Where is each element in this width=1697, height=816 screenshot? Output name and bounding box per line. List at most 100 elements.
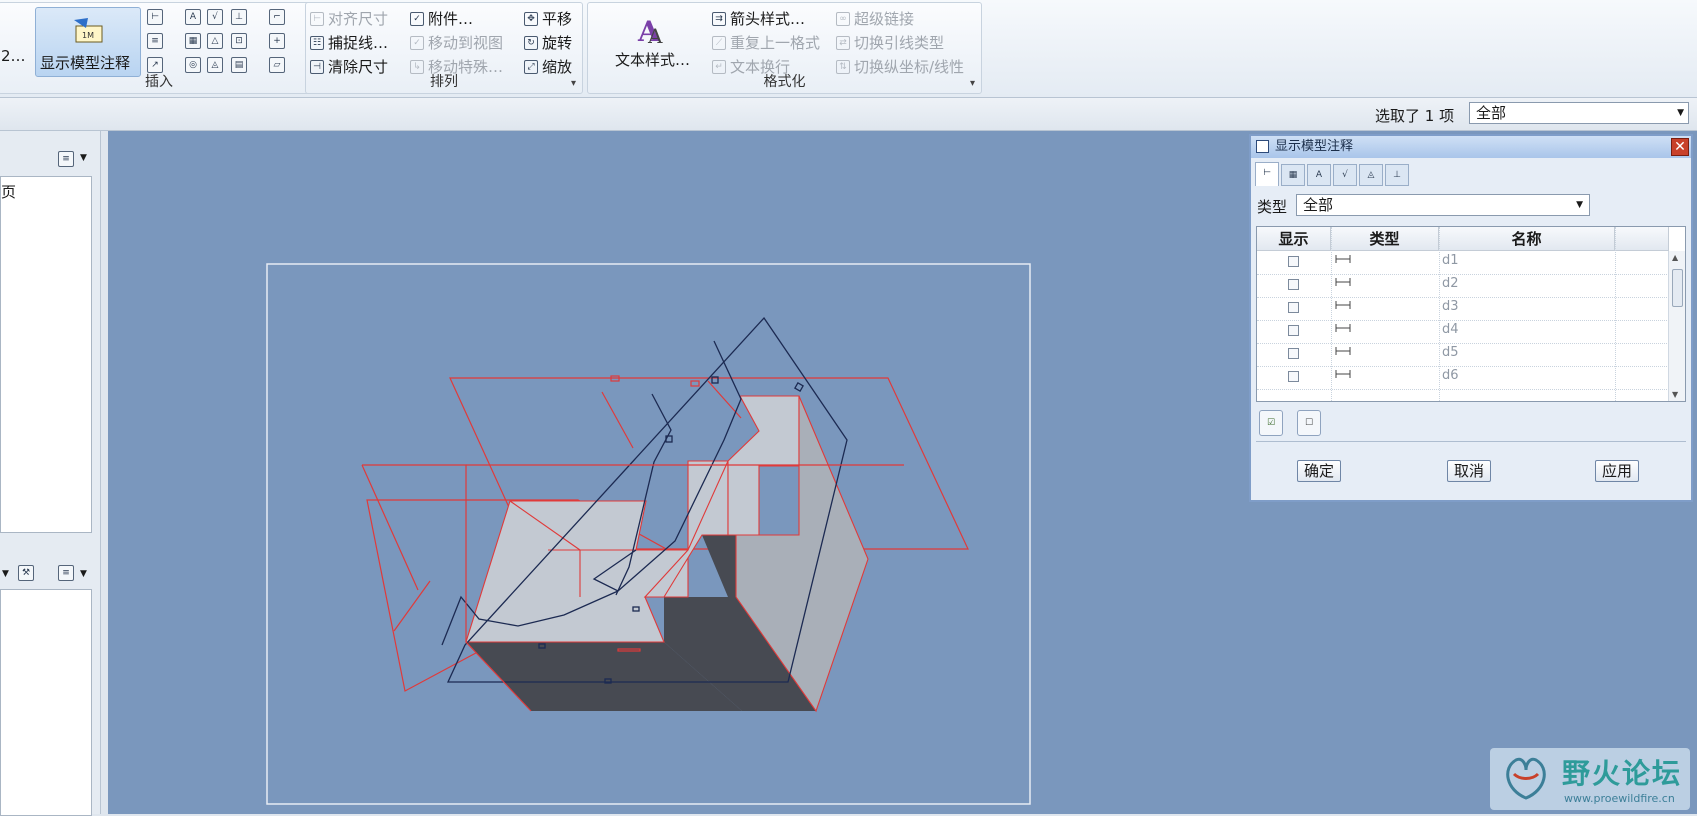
ok-button[interactable]: 确定 [1297, 460, 1342, 482]
cut-off-label: 2… [1, 47, 26, 65]
balloon-icon[interactable]: + [269, 33, 285, 49]
scroll-down-icon[interactable]: ▼ [1672, 390, 1678, 399]
selection-filter-dropdown[interactable]: 全部 ▼ [1469, 102, 1689, 124]
close-icon[interactable]: ✕ [1671, 138, 1689, 156]
annotation-name: d6 [1442, 368, 1459, 383]
selection-count: 选取了 1 项 [1375, 107, 1455, 125]
rotate-icon: ↻ [524, 35, 538, 50]
model-tree-box[interactable]: 页 [0, 176, 92, 533]
dimension-icon[interactable]: ⊢ [147, 9, 163, 25]
tools-icon[interactable]: ⚒ [18, 565, 34, 581]
toggle-leader-icon: ⇄ [836, 35, 850, 50]
pan-button[interactable]: ✥ 平移 [524, 8, 572, 29]
table-scrollbar[interactable]: ▲ ▼ [1668, 251, 1685, 401]
tab-surface-finish[interactable]: √ [1333, 164, 1357, 186]
drawing-sheet-border [266, 263, 1031, 805]
format-more-icon[interactable]: ▾ [970, 78, 975, 89]
note-icon[interactable]: A [185, 9, 201, 25]
show-checkbox[interactable] [1288, 302, 1299, 313]
attach-button[interactable]: ✓ 附件… [410, 8, 473, 29]
annotation-table: 显示 类型 名称 d1 d2 d3 d4 d5 d6 ▲ ▼ [1256, 226, 1686, 402]
select-all-button[interactable]: ☑ [1259, 410, 1283, 436]
arrange-group: ⊢ 对齐尺寸 ✓ 附件… ✥ 平移 ☷ 捕捉线… ✓ 移动到视图 ↻ 旋转 ⊣ 清除尺寸 ↳ 移… [305, 2, 583, 94]
model-tree-fragment: 页 [1, 183, 17, 201]
table-row[interactable]: d2 [1257, 274, 1669, 298]
annotation-name: d5 [1442, 345, 1459, 360]
forum-logo-icon [1506, 757, 1546, 800]
chevron-down-icon: ▼ [1677, 108, 1684, 118]
chevron-down-icon: ▼ [2, 569, 9, 579]
snap-line-icon: ☷ [310, 35, 324, 50]
cancel-button[interactable]: 取消 [1447, 460, 1492, 482]
hyperlink-button[interactable]: ∞ 超级链接 [836, 8, 914, 29]
show-model-annotations-label: 显示模型注释 [40, 54, 131, 72]
chevron-down-icon: ▼ [80, 569, 87, 579]
tab-geometric-tolerances[interactable]: ▦ [1281, 164, 1305, 186]
svg-text:A: A [647, 24, 663, 47]
watermark: 野火论坛 www.proewildfire.cn [1490, 748, 1690, 810]
layer-tree-box[interactable] [0, 589, 92, 816]
move-to-view-icon: ✓ [410, 35, 424, 50]
column-header-name[interactable]: 名称 [1439, 227, 1615, 251]
show-checkbox[interactable] [1288, 279, 1299, 290]
show-checkbox[interactable] [1288, 348, 1299, 359]
symbol-icon[interactable]: ⊡ [231, 33, 247, 49]
hyperlink-icon: ∞ [836, 11, 850, 26]
table-row[interactable]: d4 [1257, 320, 1669, 344]
annotation-name: d1 [1442, 253, 1459, 268]
apply-button[interactable]: 应用 [1595, 460, 1640, 482]
table-row[interactable]: d5 [1257, 343, 1669, 367]
reference-dimension-icon[interactable]: ≡ [147, 33, 163, 49]
tab-notes[interactable]: A [1307, 164, 1331, 186]
format-group: A A 文本样式… ⇉ 箭头样式… ⟋ 重复上一格式 ↵ 文本换行 ∞ 超级链接 ⇄ 切换… [587, 2, 982, 94]
toggle-leader-type-button[interactable]: ⇄ 切换引线类型 [836, 32, 944, 53]
dialog-title-bar[interactable]: 显示模型注释 ✕ [1251, 136, 1691, 158]
arrange-more-icon[interactable]: ▾ [571, 78, 576, 89]
insert-group: 2… 1M 显示模型注释 ⊢ A √ ⊥ ⌐ ≡ ▦ △ ⊡ + ↗ ◎ ◬ ▤… [0, 2, 320, 94]
show-checkbox[interactable] [1288, 256, 1299, 267]
text-style-button[interactable]: 文本样式… [615, 49, 690, 70]
show-menu-icon[interactable]: ≡ [58, 151, 74, 167]
ordinate-dimension-icon[interactable]: ⊥ [231, 9, 247, 25]
show-checkbox[interactable] [1288, 325, 1299, 336]
snap-line-button[interactable]: ☷ 捕捉线… [310, 32, 388, 53]
arrow-style-button[interactable]: ⇉ 箭头样式… [712, 8, 805, 29]
table-row[interactable]: d1 [1257, 251, 1669, 275]
arrange-group-title: 排列 [430, 74, 458, 90]
repeat-format-button[interactable]: ⟋ 重复上一格式 [712, 32, 820, 53]
tab-datums[interactable]: ⊥ [1385, 164, 1409, 186]
column-header-show[interactable]: 显示 [1257, 227, 1331, 251]
selection-bar: 选取了 1 项 全部 ▼ [0, 98, 1697, 131]
show-checkbox[interactable] [1288, 371, 1299, 382]
align-dimensions-button[interactable]: ⊢ 对齐尺寸 [310, 8, 388, 29]
svg-text:1M: 1M [82, 31, 94, 40]
show-model-annotations-button[interactable]: 1M 显示模型注释 [35, 7, 141, 77]
type-dropdown[interactable]: 全部 ▼ [1296, 194, 1590, 216]
dimension-type-icon [1335, 255, 1351, 263]
table-row[interactable]: d3 [1257, 297, 1669, 321]
type-label: 类型 [1257, 198, 1288, 216]
datum-feature-icon[interactable]: △ [207, 33, 223, 49]
left-panel: ≡ ▼ 页 ▼ ⚒ ≡ ▼ [0, 131, 101, 816]
scroll-up-icon[interactable]: ▲ [1672, 253, 1678, 262]
attach-icon: ✓ [410, 11, 424, 26]
table-row[interactable]: d6 [1257, 366, 1669, 390]
deselect-all-button[interactable]: ☐ [1297, 410, 1321, 436]
geometric-tolerance-icon[interactable]: ▦ [185, 33, 201, 49]
rotate-button[interactable]: ↻ 旋转 [524, 32, 572, 53]
column-header-filler [1615, 227, 1669, 251]
surface-finish-icon[interactable]: √ [207, 9, 223, 25]
tab-symbols[interactable]: ◬ [1359, 164, 1383, 186]
text-style-icon: A A [637, 15, 663, 47]
column-header-type[interactable]: 类型 [1331, 227, 1439, 251]
dimension-type-icon [1335, 324, 1351, 332]
format-group-title: 格式化 [763, 74, 806, 90]
move-to-view-button[interactable]: ✓ 移动到视图 [410, 32, 503, 53]
settings-menu-icon[interactable]: ≡ [58, 565, 74, 581]
jog-icon[interactable]: ⌐ [269, 9, 285, 25]
annotation-name: d4 [1442, 322, 1459, 337]
scrollbar-thumb[interactable] [1672, 269, 1683, 307]
dimension-type-icon [1335, 301, 1351, 309]
tab-dimensions[interactable]: ⊢ [1255, 162, 1279, 186]
insert-group-title: 插入 [145, 74, 173, 90]
